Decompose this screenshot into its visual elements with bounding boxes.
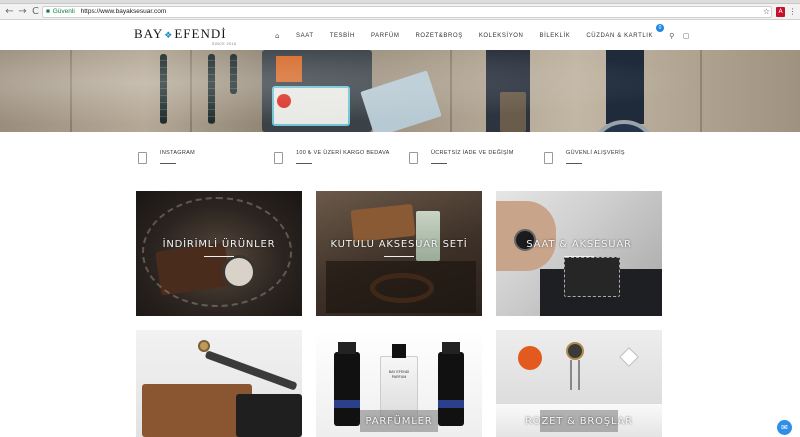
- feature-label: ÜCRETSİZ İADE VE DEĞİŞİM: [431, 150, 514, 156]
- logo-mark-icon: ❖: [164, 30, 174, 40]
- forward-icon[interactable]: →: [17, 6, 28, 17]
- nav-item-cuzdan-kartlik[interactable]: CÜZDAN & KARTLIK: [586, 33, 653, 39]
- cart-icon[interactable]: ▢: [683, 32, 690, 40]
- logo-text-right: EFENDİ: [174, 26, 227, 41]
- url-text[interactable]: https://www.bayaksesuar.com: [81, 8, 167, 15]
- category-tile-leather[interactable]: [136, 330, 302, 437]
- lock-icon: ■: [46, 8, 50, 15]
- site-logo[interactable]: BAY❖EFENDİ: [134, 26, 227, 42]
- category-tile-watch-accessory[interactable]: SAAT & AKSESUAR: [496, 191, 662, 316]
- perfume-bottle-image: [334, 352, 360, 426]
- truck-icon: [274, 152, 283, 164]
- nav-item-rozet-bros[interactable]: ROZET&BROŞ: [415, 33, 462, 39]
- perfume-label: BAY EFENDİ PARFUM: [388, 370, 410, 379]
- category-tile-pins-brooches[interactable]: ROZET & BROŞLAR: [496, 330, 662, 437]
- browser-toolbar: ← → C ■ Güvenli https://www.bayaksesuar.…: [0, 4, 800, 20]
- nav-item-saat[interactable]: SAAT: [296, 33, 314, 39]
- reload-icon[interactable]: C: [30, 6, 41, 17]
- home-icon[interactable]: ⌂: [275, 32, 280, 40]
- box-image: [326, 261, 476, 313]
- secure-label: Güvenli: [52, 8, 75, 15]
- menu-icon[interactable]: ⋮: [788, 7, 797, 17]
- pin-dark-image: [566, 342, 584, 360]
- logo-text-left: BAY: [134, 26, 164, 41]
- feature-strip: INSTAGRAM 100 ₺ VE ÜZERİ KARGO BEDAVA ÜC…: [0, 146, 800, 174]
- hero-banner[interactable]: [0, 50, 800, 132]
- wallet-image: [350, 203, 416, 243]
- category-tile-boxed-set[interactable]: KUTULU AKSESUAR SETİ: [316, 191, 482, 316]
- feature-underline: [431, 163, 447, 164]
- feature-underline: [296, 163, 312, 164]
- cart-count-badge: 0: [656, 24, 664, 32]
- beads-ring-image: [142, 197, 292, 307]
- perfume-bottle-image: [416, 211, 440, 261]
- nav-item-parfum[interactable]: PARFÜM: [371, 33, 400, 39]
- feature-underline: [160, 163, 176, 164]
- tile-label: SAAT & AKSESUAR: [526, 239, 632, 250]
- category-tile-discounted[interactable]: İNDİRİMLİ ÜRÜNLER: [136, 191, 302, 316]
- feature-label: INSTAGRAM: [160, 150, 195, 156]
- logo-subtitle: SINCE 2016: [212, 42, 237, 46]
- feature-label: GÜVENLİ ALIŞVERİŞ: [566, 150, 625, 156]
- back-icon[interactable]: ←: [4, 6, 15, 17]
- main-nav: ⌂ SAAT TESBİH PARFÜM ROZET&BROŞ KOLEKSİY…: [275, 31, 706, 41]
- site-header: BAY❖EFENDİ SINCE 2016 ⌂ SAAT TESBİH PARF…: [0, 21, 800, 50]
- instagram-icon: [138, 152, 147, 164]
- bookmark-star-icon[interactable]: ☆: [762, 7, 771, 17]
- tile-label: KUTULU AKSESUAR SETİ: [330, 239, 468, 250]
- category-tile-perfumes[interactable]: BAY EFENDİ PARFUM PARFÜMLER: [316, 330, 482, 437]
- feature-label: 100 ₺ VE ÜZERİ KARGO BEDAVA: [296, 150, 390, 156]
- nav-item-bileklik[interactable]: BİLEKLİK: [540, 33, 571, 39]
- perfume-bottle-image: [438, 352, 464, 426]
- return-icon: [409, 152, 418, 164]
- feature-underline: [566, 163, 582, 164]
- nav-item-tesbih[interactable]: TESBİH: [330, 33, 355, 39]
- leather-image: [236, 394, 302, 437]
- tile-label: İNDİRİMLİ ÜRÜNLER: [162, 239, 276, 250]
- address-bar[interactable]: ■ Güvenli https://www.bayaksesuar.com: [42, 6, 772, 18]
- chat-icon[interactable]: ✉: [777, 420, 792, 435]
- search-icon[interactable]: ⚲: [669, 32, 675, 40]
- pdf-extension-icon[interactable]: A: [776, 7, 785, 17]
- wallet-image: [564, 257, 620, 297]
- tile-label: PARFÜMLER: [365, 416, 433, 427]
- nav-item-koleksiyon[interactable]: KOLEKSİYON: [479, 33, 524, 39]
- shield-icon: [544, 152, 553, 164]
- tile-label: ROZET & BROŞLAR: [525, 416, 633, 427]
- pin-orange-image: [518, 346, 542, 370]
